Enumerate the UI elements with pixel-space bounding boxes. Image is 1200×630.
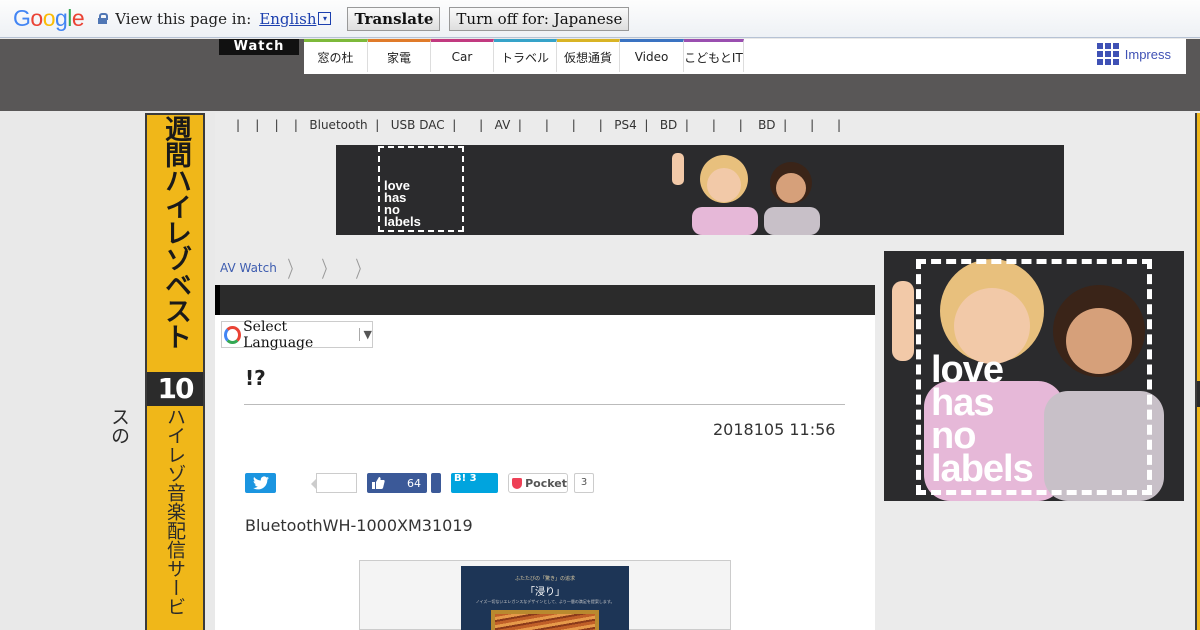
chevron-right-icon: 〉 [321,258,335,283]
chevron-right-icon: 〉 [355,258,369,283]
ad-photo-children [606,145,906,235]
twitter-bird-icon [252,476,269,490]
apps-grid-icon [1096,43,1119,65]
select-language-label[interactable]: Select Language [243,319,352,351]
pocket-count: 3 [574,473,594,493]
site-logo[interactable]: Watch [219,39,299,55]
article-figure[interactable]: ふたたびの「驚き」の追求 「浸り」 ノイズ一切ないエレガンスなデザインとして、よ… [359,560,731,630]
tweet-count-box [311,473,357,493]
figure-painting [491,610,599,630]
figure-caption-line: ノイズ一切ないエレガンスなデザインとして、より一層の満足を提案します。 [475,599,615,604]
dropdown-arrow-icon[interactable]: ▼ [358,328,372,341]
right-skyscraper-banner[interactable] [1195,113,1200,630]
translate-prompt: View this page in: [115,9,252,28]
translate-bar: Google View this page in: English ▾ Tran… [0,0,1200,38]
article-title: !? [245,366,266,390]
nav-item-madonomori[interactable]: 窓の杜 [304,39,368,72]
thumbs-up-icon [372,477,385,489]
language-value[interactable]: English [259,10,316,28]
nav-item-video[interactable]: Video [620,39,684,72]
facebook-share-button[interactable] [431,473,441,493]
rectangle-ad[interactable]: love has no labels [884,251,1184,501]
language-select[interactable]: English [259,10,316,28]
figure-image: ふたたびの「驚き」の追求 「浸り」 ノイズ一切ないエレガンスなデザインとして、よ… [461,566,629,630]
figure-heading: 「浸り」 [525,587,565,598]
pocket-icon [512,477,523,489]
chevron-right-icon: 〉 [287,258,301,283]
turn-off-button[interactable]: Turn off for: Japanese [449,6,630,31]
title-divider [244,404,845,405]
lock-icon [98,13,109,24]
translate-button[interactable]: Translate [347,6,441,31]
nav-item-kaden[interactable]: 家電 [368,39,431,72]
article-lead: BluetoothWH-1000XM31019 [245,516,473,535]
twitter-share-button[interactable] [245,473,276,493]
leaderboard-ad[interactable]: love has no labels [336,145,1064,235]
impress-label[interactable]: Impress [1125,47,1171,62]
left-skyscraper-banner[interactable]: 週間ハイレゾベスト 10 ハイレゾ音楽配信サービスの [108,113,205,630]
ad-logo-box: love has no labels [916,259,1152,495]
network-nav: 窓の杜 家電 Car トラベル 仮想通貨 Video こどもとIT Impres… [304,39,1186,74]
banner-number: 10 [147,372,203,406]
google-logo: Google [13,5,85,31]
facebook-like-count: 64 [407,476,421,490]
banner-subtitle: ハイレゾ音楽配信サービスの [108,407,186,616]
article-title-bar [215,285,875,315]
ad-logo-box: love has no labels [378,146,464,232]
article-date: 2018105 11:56 [713,420,836,439]
ad-word: labels [931,448,1034,490]
banner-title: 週間ハイレゾベスト [160,115,191,349]
ad-word: labels [384,214,421,229]
nav-item-crypto[interactable]: 仮想通貨 [557,39,620,72]
breadcrumb: AV Watch 〉 〉 〉 [220,252,379,284]
site-header: Watch 窓の杜 家電 Car トラベル 仮想通貨 Video こどもとIT … [0,39,1200,111]
hatena-bookmark-button[interactable]: B! 3 [451,473,498,493]
facebook-like-button[interactable]: 64 [367,473,427,493]
nav-item-car[interactable]: Car [431,39,494,72]
hatena-count: 3 [469,473,477,484]
hatena-label: B! [454,473,467,484]
breadcrumb-home[interactable]: AV Watch [220,261,277,275]
google-g-icon [224,325,242,344]
pocket-label: Pocket [525,476,567,490]
nav-item-travel[interactable]: トラベル [494,39,557,72]
chevron-down-icon[interactable]: ▾ [318,12,332,25]
topic-links[interactable]: | | | | Bluetooth | USB DAC | | AV | | |… [236,118,841,132]
nav-list: 窓の杜 家電 Car トラベル 仮想通貨 Video こどもとIT [304,39,744,72]
pocket-button[interactable]: Pocket [508,473,568,493]
impress-link[interactable]: Impress [1096,43,1171,65]
select-language-widget[interactable]: Select Language ▼ [221,319,373,351]
nav-item-kodomo-it[interactable]: こどもとIT [684,39,744,72]
figure-caption-small: ふたたびの「驚き」の追求 [514,576,575,582]
